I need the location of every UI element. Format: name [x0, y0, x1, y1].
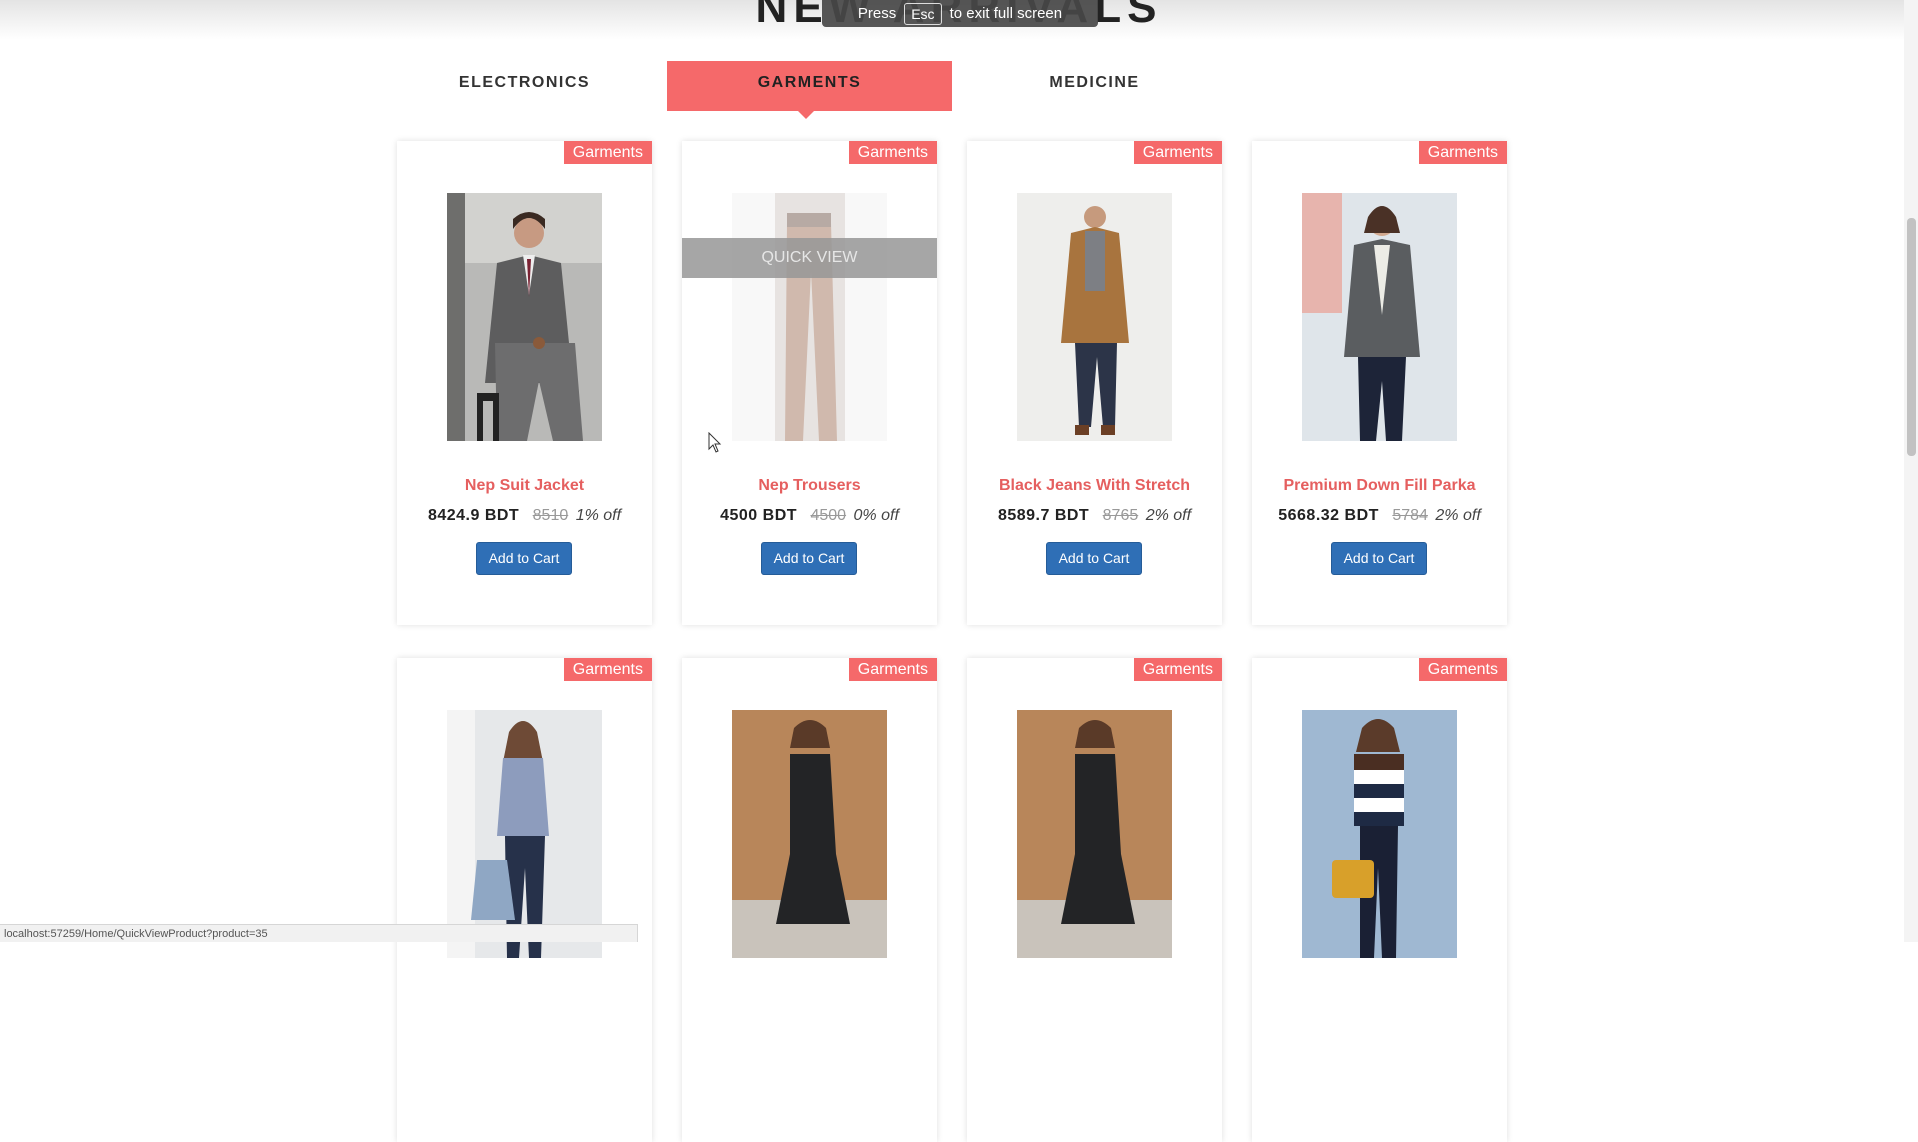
mouse-cursor-icon	[708, 431, 722, 459]
product-card[interactable]: Garments	[967, 658, 1222, 1142]
product-card[interactable]: Garments	[682, 658, 937, 1142]
category-badge: Garments	[563, 141, 652, 164]
product-discount: 2% off	[1435, 507, 1481, 524]
tab-electronics[interactable]: ELECTRONICS	[382, 61, 667, 111]
product-image[interactable]	[1302, 193, 1457, 441]
product-image[interactable]	[447, 193, 602, 441]
product-name[interactable]: Black Jeans With Stretch	[967, 477, 1222, 495]
product-price: 8589.7 BDT	[997, 507, 1090, 524]
quick-view-button[interactable]: QUICK VIEW	[682, 238, 937, 278]
product-card[interactable]: Garments	[397, 658, 652, 1142]
hover-overlay	[732, 193, 887, 441]
product-card[interactable]: Garments Nep Suit Jacket 8424.9 BDT 8510…	[397, 141, 652, 625]
product-card[interactable]: Garments Black Jeans With Stretch 8589.7…	[967, 141, 1222, 625]
product-image[interactable]	[1302, 710, 1457, 958]
category-badge: Garments	[848, 141, 937, 164]
product-old-price: 8765	[1102, 507, 1139, 524]
tab-garments[interactable]: GARMENTS	[667, 61, 952, 111]
price-row: 8424.9 BDT 8510 1% off	[397, 507, 652, 525]
price-row: 5668.32 BDT 5784 2% off	[1252, 507, 1507, 525]
scrollbar-thumb[interactable]	[1907, 218, 1916, 456]
add-to-cart-button[interactable]: Add to Cart	[761, 542, 857, 575]
product-card[interactable]: Garments	[1252, 658, 1507, 1142]
product-discount: 1% off	[575, 507, 622, 524]
product-image[interactable]	[1017, 710, 1172, 958]
fullscreen-banner: Press Esc to exit full screen	[822, 0, 1098, 27]
product-name[interactable]: Premium Down Fill Parka	[1252, 477, 1507, 495]
category-badge: Garments	[563, 658, 652, 681]
add-to-cart-button[interactable]: Add to Cart	[1046, 542, 1142, 575]
product-price: 4500 BDT	[720, 507, 798, 524]
category-badge: Garments	[848, 658, 937, 681]
product-old-price: 8510	[532, 507, 569, 524]
category-badge: Garments	[1418, 141, 1507, 164]
product-discount: 2% off	[1145, 507, 1192, 524]
price-row: 4500 BDT 4500 0% off	[682, 507, 937, 525]
category-badge: Garments	[1133, 658, 1222, 681]
product-name[interactable]: Nep Trousers	[682, 477, 937, 495]
product-image[interactable]	[732, 710, 887, 958]
active-tab-arrow	[797, 110, 815, 119]
add-to-cart-button[interactable]: Add to Cart	[1331, 542, 1427, 575]
product-card[interactable]: Garments Premium Down Fill Parka 5668.32…	[1252, 141, 1507, 625]
add-to-cart-button[interactable]: Add to Cart	[476, 542, 572, 575]
category-badge: Garments	[1133, 141, 1222, 164]
product-price: 8424.9 BDT	[427, 507, 520, 524]
category-badge: Garments	[1418, 658, 1507, 681]
product-old-price: 5784	[1392, 507, 1428, 524]
product-image[interactable]	[447, 710, 602, 958]
price-row: 8589.7 BDT 8765 2% off	[967, 507, 1222, 525]
fullscreen-suffix-text: to exit full screen	[949, 5, 1063, 22]
scrollbar[interactable]	[1904, 0, 1918, 942]
product-card[interactable]: Garments QUICK VIEW Nep Trousers 4500 BD…	[682, 141, 937, 625]
product-price: 5668.32 BDT	[1278, 507, 1379, 524]
product-old-price: 4500	[810, 507, 847, 524]
esc-key: Esc	[904, 2, 942, 25]
product-discount: 0% off	[853, 507, 899, 524]
tab-medicine[interactable]: MEDICINE	[952, 61, 1237, 111]
status-bar-url: localhost:57259/Home/QuickViewProduct?pr…	[0, 924, 638, 942]
product-name[interactable]: Nep Suit Jacket	[397, 477, 652, 495]
fullscreen-press-text: Press	[857, 5, 897, 22]
product-image[interactable]	[1017, 193, 1172, 441]
